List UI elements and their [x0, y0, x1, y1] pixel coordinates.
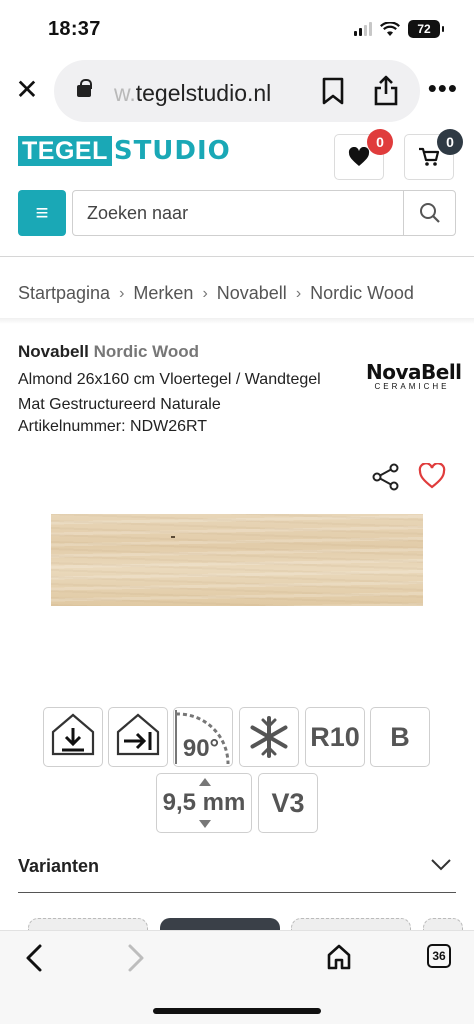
angle-label: 90° — [182, 735, 220, 762]
search-input[interactable] — [87, 191, 397, 235]
variant-tab[interactable] — [423, 918, 463, 930]
variant-tab-active[interactable] — [160, 918, 280, 930]
more-options-icon[interactable]: ••• — [428, 75, 458, 101]
breadcrumb-item[interactable]: Novabell — [217, 283, 287, 304]
tabs-button[interactable]: 36 — [427, 944, 451, 968]
status-bar: 18:37 72 — [0, 0, 474, 58]
color-variation-badge: V3 — [258, 773, 318, 833]
floor-tile-icon — [43, 707, 103, 767]
cart-button[interactable]: 0 — [404, 129, 463, 180]
variants-header[interactable]: Varianten — [18, 856, 99, 877]
cellular-signal-icon — [354, 22, 372, 36]
breadcrumb-separator: › — [295, 284, 302, 302]
heart-icon — [348, 147, 370, 166]
breadcrumb-separator: › — [202, 284, 208, 302]
product-title: Novabell Nordic Wood — [18, 342, 199, 362]
breadcrumb-item[interactable]: Startpagina — [18, 283, 110, 304]
breadcrumb-item[interactable]: Merken — [133, 283, 193, 304]
hamburger-icon: ≡ — [35, 200, 49, 225]
wishlist-count-badge: 0 — [367, 129, 393, 155]
cart-icon — [419, 147, 440, 166]
forward-icon[interactable] — [124, 943, 148, 973]
wood-grain-detail — [171, 536, 175, 538]
wishlist-button[interactable]: 0 — [334, 129, 393, 180]
breadcrumb-shadow — [0, 318, 474, 324]
wishlist-heart-icon[interactable] — [418, 463, 446, 489]
variant-tab[interactable] — [28, 918, 148, 930]
search-icon — [419, 203, 440, 223]
site-logo[interactable]: TEGEL STUDIO — [18, 136, 231, 166]
battery-icon: 72 — [408, 20, 444, 38]
bookmark-icon[interactable] — [320, 77, 346, 105]
browser-address-bar: ✕ w.tegelstudio.nl ••• — [0, 58, 474, 124]
share-product-icon[interactable] — [372, 463, 400, 491]
frost-resistant-icon — [239, 707, 299, 767]
arrow-down-icon — [199, 820, 211, 828]
product-sku: Artikelnummer: NDW26RT — [18, 418, 208, 435]
cart-count-badge: 0 — [437, 129, 463, 155]
product-description: Almond 26x160 cm Vloertegel / Wandtegel … — [18, 371, 321, 413]
arrow-up-icon — [199, 778, 211, 786]
tile-class-badge: B — [370, 707, 430, 767]
wifi-icon — [380, 21, 400, 36]
slip-resistance-badge: R10 — [305, 707, 365, 767]
breadcrumb-item[interactable]: Nordic Wood — [310, 283, 414, 304]
chevron-down-icon[interactable] — [430, 858, 452, 872]
wall-tile-icon — [108, 707, 168, 767]
product-image[interactable] — [51, 514, 423, 606]
url-text: w.tegelstudio.nl — [114, 80, 272, 106]
back-icon[interactable] — [22, 943, 46, 973]
rectified-edge-icon: 90° — [173, 707, 233, 767]
search-box — [72, 190, 456, 236]
status-time: 18:37 — [48, 18, 101, 40]
menu-button[interactable]: ≡ — [18, 190, 66, 236]
brand-logo[interactable]: NovaBell CERAMICHE — [366, 360, 462, 391]
header-divider — [0, 256, 474, 257]
product-line: Nordic Wood — [93, 342, 200, 361]
variant-tab[interactable] — [291, 918, 411, 930]
variants-divider — [18, 892, 456, 893]
url-field[interactable]: w.tegelstudio.nl — [54, 60, 420, 122]
breadcrumb: Startpagina › Merken › Novabell › Nordic… — [18, 283, 414, 304]
lock-icon — [77, 79, 92, 97]
search-button[interactable] — [403, 191, 455, 235]
thickness-badge: 9,5 mm — [156, 773, 252, 833]
home-indicator — [153, 1008, 321, 1014]
product-brand: Novabell — [18, 342, 89, 361]
home-icon[interactable] — [326, 943, 352, 971]
close-tab-button[interactable]: ✕ — [14, 76, 40, 104]
status-indicators: 72 — [354, 20, 444, 38]
breadcrumb-separator: › — [119, 284, 125, 302]
share-icon[interactable] — [372, 74, 400, 106]
